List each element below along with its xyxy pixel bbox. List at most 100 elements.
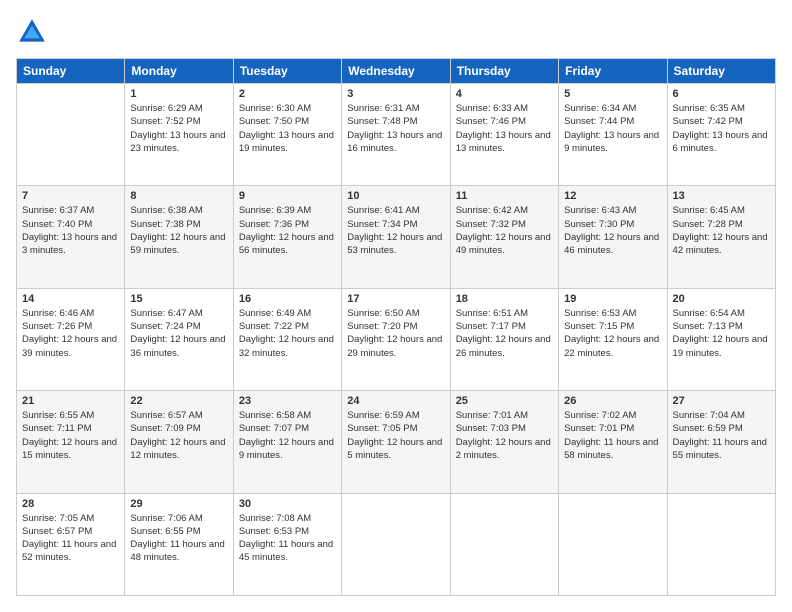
- calendar-cell: 15 Sunrise: 6:47 AMSunset: 7:24 PMDayligh…: [125, 288, 233, 390]
- day-number: 15: [130, 293, 227, 305]
- day-info: Sunrise: 7:08 AMSunset: 6:53 PMDaylight:…: [239, 512, 336, 565]
- day-info: Sunrise: 7:05 AMSunset: 6:57 PMDaylight:…: [22, 512, 119, 565]
- day-number: 11: [456, 190, 553, 202]
- day-info: Sunrise: 6:43 AMSunset: 7:30 PMDaylight:…: [564, 204, 661, 257]
- day-info: Sunrise: 6:57 AMSunset: 7:09 PMDaylight:…: [130, 409, 227, 462]
- day-info: Sunrise: 6:46 AMSunset: 7:26 PMDaylight:…: [22, 307, 119, 360]
- calendar-cell: 9 Sunrise: 6:39 AMSunset: 7:36 PMDaylight…: [233, 186, 341, 288]
- calendar-cell: [450, 493, 558, 595]
- calendar-cell: [342, 493, 450, 595]
- day-number: 9: [239, 190, 336, 202]
- week-row-5: 28 Sunrise: 7:05 AMSunset: 6:57 PMDayligh…: [17, 493, 776, 595]
- logo-icon: [16, 16, 48, 48]
- week-row-2: 7 Sunrise: 6:37 AMSunset: 7:40 PMDaylight…: [17, 186, 776, 288]
- calendar-cell: 24 Sunrise: 6:59 AMSunset: 7:05 PMDayligh…: [342, 391, 450, 493]
- day-info: Sunrise: 6:58 AMSunset: 7:07 PMDaylight:…: [239, 409, 336, 462]
- calendar-cell: 30 Sunrise: 7:08 AMSunset: 6:53 PMDayligh…: [233, 493, 341, 595]
- day-number: 8: [130, 190, 227, 202]
- day-info: Sunrise: 6:49 AMSunset: 7:22 PMDaylight:…: [239, 307, 336, 360]
- day-number: 4: [456, 88, 553, 100]
- calendar-cell: 4 Sunrise: 6:33 AMSunset: 7:46 PMDaylight…: [450, 84, 558, 186]
- weekday-header-saturday: Saturday: [667, 59, 775, 84]
- day-info: Sunrise: 6:37 AMSunset: 7:40 PMDaylight:…: [22, 204, 119, 257]
- calendar-cell: 2 Sunrise: 6:30 AMSunset: 7:50 PMDaylight…: [233, 84, 341, 186]
- calendar-cell: 14Sunrise: 6:46 AMSunset: 7:26 PMDayligh…: [17, 288, 125, 390]
- day-info: Sunrise: 7:06 AMSunset: 6:55 PMDaylight:…: [130, 512, 227, 565]
- day-info: Sunrise: 6:33 AMSunset: 7:46 PMDaylight:…: [456, 102, 553, 155]
- calendar-cell: 23 Sunrise: 6:58 AMSunset: 7:07 PMDayligh…: [233, 391, 341, 493]
- header: [16, 16, 776, 48]
- day-number: 12: [564, 190, 661, 202]
- day-info: Sunrise: 6:53 AMSunset: 7:15 PMDaylight:…: [564, 307, 661, 360]
- day-number: 2: [239, 88, 336, 100]
- calendar-cell: 12 Sunrise: 6:43 AMSunset: 7:30 PMDayligh…: [559, 186, 667, 288]
- day-info: Sunrise: 7:04 AMSunset: 6:59 PMDaylight:…: [673, 409, 770, 462]
- calendar-cell: [667, 493, 775, 595]
- day-number: 6: [673, 88, 770, 100]
- calendar-cell: 6 Sunrise: 6:35 AMSunset: 7:42 PMDaylight…: [667, 84, 775, 186]
- calendar-cell: 26 Sunrise: 7:02 AMSunset: 7:01 PMDayligh…: [559, 391, 667, 493]
- calendar-cell: 8 Sunrise: 6:38 AMSunset: 7:38 PMDaylight…: [125, 186, 233, 288]
- weekday-header-friday: Friday: [559, 59, 667, 84]
- day-info: Sunrise: 6:35 AMSunset: 7:42 PMDaylight:…: [673, 102, 770, 155]
- day-info: Sunrise: 6:39 AMSunset: 7:36 PMDaylight:…: [239, 204, 336, 257]
- day-number: 22: [130, 395, 227, 407]
- calendar-cell: 7 Sunrise: 6:37 AMSunset: 7:40 PMDaylight…: [17, 186, 125, 288]
- day-number: 7: [22, 190, 119, 202]
- day-number: 3: [347, 88, 444, 100]
- day-number: 30: [239, 498, 336, 510]
- calendar-cell: 22 Sunrise: 6:57 AMSunset: 7:09 PMDayligh…: [125, 391, 233, 493]
- day-info: Sunrise: 6:54 AMSunset: 7:13 PMDaylight:…: [673, 307, 770, 360]
- calendar-cell: 20 Sunrise: 6:54 AMSunset: 7:13 PMDayligh…: [667, 288, 775, 390]
- calendar-cell: 17Sunrise: 6:50 AMSunset: 7:20 PMDayligh…: [342, 288, 450, 390]
- day-number: 26: [564, 395, 661, 407]
- week-row-4: 21 Sunrise: 6:55 AMSunset: 7:11 PMDayligh…: [17, 391, 776, 493]
- weekday-header-thursday: Thursday: [450, 59, 558, 84]
- calendar-cell: 28 Sunrise: 7:05 AMSunset: 6:57 PMDayligh…: [17, 493, 125, 595]
- day-info: Sunrise: 6:47 AMSunset: 7:24 PMDaylight:…: [130, 307, 227, 360]
- weekday-header-wednesday: Wednesday: [342, 59, 450, 84]
- day-info: Sunrise: 6:42 AMSunset: 7:32 PMDaylight:…: [456, 204, 553, 257]
- day-info: Sunrise: 6:31 AMSunset: 7:48 PMDaylight:…: [347, 102, 444, 155]
- calendar-cell: [559, 493, 667, 595]
- weekday-header-sunday: Sunday: [17, 59, 125, 84]
- weekday-header-monday: Monday: [125, 59, 233, 84]
- day-number: 19: [564, 293, 661, 305]
- day-number: 29: [130, 498, 227, 510]
- day-info: Sunrise: 6:55 AMSunset: 7:11 PMDaylight:…: [22, 409, 119, 462]
- day-number: 20: [673, 293, 770, 305]
- calendar-cell: 11 Sunrise: 6:42 AMSunset: 7:32 PMDayligh…: [450, 186, 558, 288]
- calendar-cell: 25 Sunrise: 7:01 AMSunset: 7:03 PMDayligh…: [450, 391, 558, 493]
- day-number: 27: [673, 395, 770, 407]
- page: SundayMondayTuesdayWednesdayThursdayFrid…: [0, 0, 792, 612]
- day-number: 18: [456, 293, 553, 305]
- day-number: 16: [239, 293, 336, 305]
- day-info: Sunrise: 6:34 AMSunset: 7:44 PMDaylight:…: [564, 102, 661, 155]
- day-info: Sunrise: 6:41 AMSunset: 7:34 PMDaylight:…: [347, 204, 444, 257]
- day-number: 10: [347, 190, 444, 202]
- day-info: Sunrise: 7:02 AMSunset: 7:01 PMDaylight:…: [564, 409, 661, 462]
- day-number: 21: [22, 395, 119, 407]
- calendar-cell: 21 Sunrise: 6:55 AMSunset: 7:11 PMDayligh…: [17, 391, 125, 493]
- day-number: 5: [564, 88, 661, 100]
- calendar-cell: 29 Sunrise: 7:06 AMSunset: 6:55 PMDayligh…: [125, 493, 233, 595]
- day-number: 25: [456, 395, 553, 407]
- calendar-cell: 1Sunrise: 6:29 AMSunset: 7:52 PMDaylight…: [125, 84, 233, 186]
- calendar-cell: [17, 84, 125, 186]
- day-number: 24: [347, 395, 444, 407]
- day-number: 23: [239, 395, 336, 407]
- week-row-3: 14Sunrise: 6:46 AMSunset: 7:26 PMDayligh…: [17, 288, 776, 390]
- calendar-cell: 27 Sunrise: 7:04 AMSunset: 6:59 PMDayligh…: [667, 391, 775, 493]
- weekday-header-row: SundayMondayTuesdayWednesdayThursdayFrid…: [17, 59, 776, 84]
- day-info: Sunrise: 6:45 AMSunset: 7:28 PMDaylight:…: [673, 204, 770, 257]
- day-info: Sunrise: 6:29 AMSunset: 7:52 PMDaylight:…: [130, 102, 227, 155]
- day-info: Sunrise: 7:01 AMSunset: 7:03 PMDaylight:…: [456, 409, 553, 462]
- day-info: Sunrise: 6:30 AMSunset: 7:50 PMDaylight:…: [239, 102, 336, 155]
- calendar-table: SundayMondayTuesdayWednesdayThursdayFrid…: [16, 58, 776, 596]
- calendar-cell: 16 Sunrise: 6:49 AMSunset: 7:22 PMDayligh…: [233, 288, 341, 390]
- day-number: 17: [347, 293, 444, 305]
- day-number: 13: [673, 190, 770, 202]
- day-number: 28: [22, 498, 119, 510]
- day-info: Sunrise: 6:38 AMSunset: 7:38 PMDaylight:…: [130, 204, 227, 257]
- day-info: Sunrise: 6:59 AMSunset: 7:05 PMDaylight:…: [347, 409, 444, 462]
